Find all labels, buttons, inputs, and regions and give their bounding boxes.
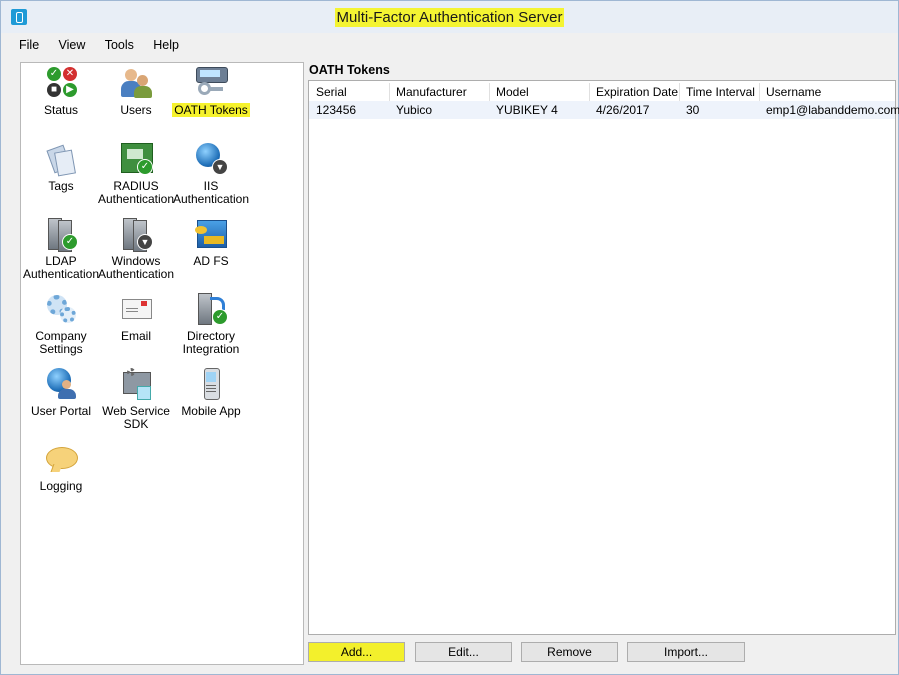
import-button[interactable]: Import... — [627, 642, 745, 662]
cell-expiration-date: 4/26/2017 — [596, 103, 650, 117]
oath-tokens-table[interactable]: Serial Number Manufacturer Model Expirat… — [308, 80, 899, 635]
nav-iis-label: IIS Authentication — [172, 179, 250, 206]
nav-radius-label: RADIUS Authentication — [97, 179, 175, 206]
table-row[interactable]: 123456 Yubico YUBIKEY 4 4/26/2017 30 emp… — [309, 101, 899, 119]
nav-email-label: Email — [120, 329, 151, 343]
title-bar: Multi-Factor Authentication Server — [1, 1, 898, 33]
nav-ldap[interactable]: ✓ LDAP Authentication — [21, 218, 101, 281]
nav-web-service-sdk[interactable]: Web Service SDK — [96, 368, 176, 431]
window-title-text: Multi-Factor Authentication Server — [334, 8, 565, 27]
nav-users[interactable]: Users — [96, 67, 176, 117]
cell-time-interval: 30 — [686, 103, 700, 117]
company-settings-icon — [44, 293, 78, 325]
edit-button[interactable]: Edit... — [415, 642, 512, 662]
nav-logging[interactable]: Logging — [21, 443, 101, 493]
nav-tags-label: Tags — [48, 179, 74, 193]
nav-mobile-app[interactable]: Mobile App — [171, 368, 251, 418]
nav-company-settings-label: Company Settings — [35, 329, 87, 356]
menu-file[interactable]: File — [11, 35, 47, 55]
nav-adfs[interactable]: AD FS — [171, 218, 251, 268]
col-time-interval[interactable]: Time Interval — [680, 83, 760, 101]
col-expiration-date[interactable]: Expiration Date — [590, 83, 680, 101]
iis-icon: ▼ — [194, 143, 228, 175]
nav-web-service-sdk-label: Web Service SDK — [102, 404, 170, 431]
ldap-icon: ✓ — [44, 218, 78, 252]
windows-auth-icon: ▼ — [119, 218, 153, 252]
tags-icon — [44, 143, 78, 177]
panel-title: OATH Tokens — [309, 63, 390, 77]
nav-user-portal[interactable]: User Portal — [21, 368, 101, 418]
nav-status[interactable]: ✓ ✕ ■ ▶ Status — [21, 67, 101, 117]
web-service-sdk-icon — [119, 368, 153, 400]
remove-button[interactable]: Remove — [521, 642, 618, 662]
nav-mobile-app-label: Mobile App — [181, 404, 241, 418]
users-icon — [119, 67, 153, 99]
nav-user-portal-label: User Portal — [30, 404, 92, 418]
logging-icon — [44, 443, 78, 475]
col-username[interactable]: Username — [760, 83, 894, 101]
status-icon: ✓ ✕ ■ ▶ — [44, 67, 78, 99]
nav-email[interactable]: Email — [96, 293, 176, 343]
radius-icon: ✓ — [119, 143, 153, 175]
cell-manufacturer: Yubico — [396, 103, 433, 117]
col-manufacturer[interactable]: Manufacturer — [390, 83, 490, 101]
menu-tools[interactable]: Tools — [97, 35, 142, 55]
nav-tags[interactable]: Tags — [21, 143, 101, 193]
navigation-pane: ✓ ✕ ■ ▶ Status Users OATH Tokens Tags ✓ … — [20, 62, 304, 665]
nav-ldap-label: LDAP Authentication — [22, 254, 100, 281]
nav-iis[interactable]: ▼ IIS Authentication — [171, 143, 251, 206]
cell-serial-number: 123456 — [316, 103, 357, 117]
user-portal-icon — [44, 368, 78, 400]
col-model[interactable]: Model — [490, 83, 590, 101]
window-title: Multi-Factor Authentication Server — [1, 8, 898, 27]
col-serial-number[interactable]: Serial Number — [310, 83, 390, 117]
nav-logging-label: Logging — [39, 479, 83, 493]
nav-radius[interactable]: ✓ RADIUS Authentication — [96, 143, 176, 206]
adfs-icon — [194, 218, 228, 250]
nav-users-label: Users — [120, 103, 152, 117]
nav-status-label: Status — [43, 103, 79, 117]
nav-windows-auth[interactable]: ▼ Windows Authentication — [96, 218, 176, 281]
menu-bar: File View Tools Help — [11, 35, 187, 57]
menu-help[interactable]: Help — [145, 35, 187, 55]
nav-adfs-label: AD FS — [193, 254, 229, 268]
menu-view[interactable]: View — [51, 35, 94, 55]
cell-username: emp1@labanddemo.com — [766, 103, 899, 117]
nav-company-settings[interactable]: Company Settings — [21, 293, 101, 356]
nav-oath-tokens-label: OATH Tokens — [172, 103, 250, 117]
nav-windows-auth-label: Windows Authentication — [97, 254, 175, 281]
mobile-app-icon — [194, 368, 228, 400]
add-button[interactable]: Add... — [308, 642, 405, 662]
cell-model: YUBIKEY 4 — [496, 103, 558, 117]
nav-oath-tokens[interactable]: OATH Tokens — [171, 67, 251, 117]
oath-tokens-icon — [194, 67, 228, 99]
table-header: Serial Number Manufacturer Model Expirat… — [309, 83, 895, 117]
email-icon — [119, 293, 153, 325]
nav-directory-integration-label: Directory Integration — [182, 329, 240, 356]
nav-directory-integration[interactable]: ✓ Directory Integration — [171, 293, 251, 356]
directory-integration-icon: ✓ — [194, 293, 228, 325]
